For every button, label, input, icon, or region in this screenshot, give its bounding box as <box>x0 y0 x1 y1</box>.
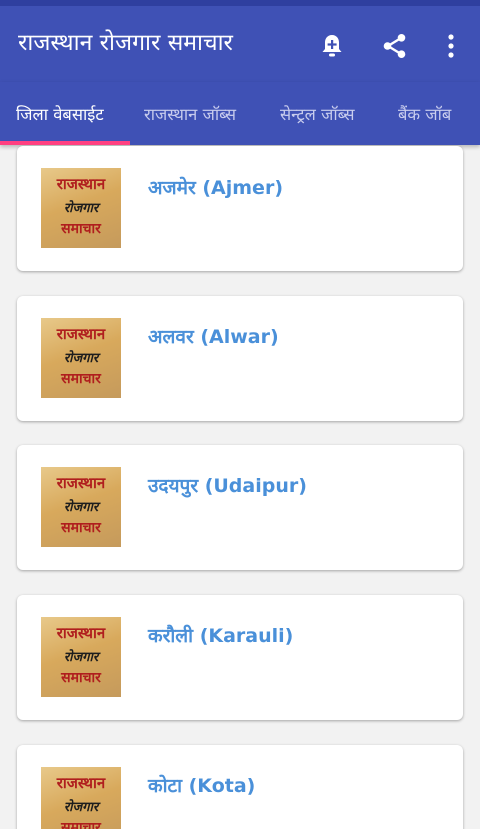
logo-line-1: राजस्थान <box>56 624 106 642</box>
logo-line-3: समाचार <box>61 820 101 829</box>
newspaper-logo-image: राजस्थान रोजगार समाचार <box>41 767 121 829</box>
logo-line-1: राजस्थान <box>56 474 106 492</box>
add-alert-icon[interactable] <box>314 28 350 64</box>
logo-line-3: समाचार <box>61 670 101 686</box>
tab-bar: जिला वेबसाईट राजस्थान जॉब्स सेन्ट्रल जॉब… <box>0 82 480 145</box>
logo-line-2: रोजगार <box>63 351 99 366</box>
list-item[interactable]: राजस्थान रोजगार समाचार कोटा (Kota) <box>17 745 463 829</box>
newspaper-logo-image: राजस्थान रोजगार समाचार <box>41 617 121 697</box>
app-title: राजस्थान रोजगार समाचार <box>18 30 233 56</box>
logo-line-1: राजस्थान <box>56 774 106 792</box>
more-vert-icon[interactable] <box>433 28 469 64</box>
list-item-title: अलवर (Alwar) <box>148 326 279 348</box>
list-item[interactable]: राजस्थान रोजगार समाचार अजमेर (Ajmer) <box>17 146 463 271</box>
list-item[interactable]: राजस्थान रोजगार समाचार अलवर (Alwar) <box>17 296 463 421</box>
tab-rajasthan-jobs[interactable]: राजस्थान जॉब्स <box>144 82 236 145</box>
list-item[interactable]: राजस्थान रोजगार समाचार उदयपुर (Udaipur) <box>17 445 463 570</box>
tab-district-websites[interactable]: जिला वेबसाईट <box>16 82 104 145</box>
logo-line-3: समाचार <box>61 221 101 237</box>
tab-central-jobs[interactable]: सेन्ट्रल जॉब्स <box>280 82 355 145</box>
list-item-title: अजमेर (Ajmer) <box>148 177 284 199</box>
share-icon[interactable] <box>377 28 413 64</box>
list-item[interactable]: राजस्थान रोजगार समाचार करौली (Karauli) <box>17 595 463 720</box>
newspaper-logo-image: राजस्थान रोजगार समाचार <box>41 318 121 398</box>
app-bar: राजस्थान रोजगार समाचार <box>0 6 480 82</box>
logo-line-3: समाचार <box>61 520 101 536</box>
list-item-title: कोटा (Kota) <box>148 775 256 797</box>
list-item-title: उदयपुर (Udaipur) <box>148 475 307 497</box>
tab-bank-jobs[interactable]: बैंक जॉब <box>398 82 451 145</box>
logo-line-2: रोजगार <box>63 800 99 815</box>
logo-line-2: रोजगार <box>63 650 99 665</box>
newspaper-logo-image: राजस्थान रोजगार समाचार <box>41 168 121 248</box>
logo-line-1: राजस्थान <box>56 325 106 343</box>
newspaper-logo-image: राजस्थान रोजगार समाचार <box>41 467 121 547</box>
logo-line-3: समाचार <box>61 371 101 387</box>
logo-line-2: रोजगार <box>63 500 99 515</box>
list-item-title: करौली (Karauli) <box>148 625 294 647</box>
logo-line-1: राजस्थान <box>56 175 106 193</box>
logo-line-2: रोजगार <box>63 201 99 216</box>
district-list[interactable]: राजस्थान रोजगार समाचार अजमेर (Ajmer) राज… <box>0 145 480 829</box>
